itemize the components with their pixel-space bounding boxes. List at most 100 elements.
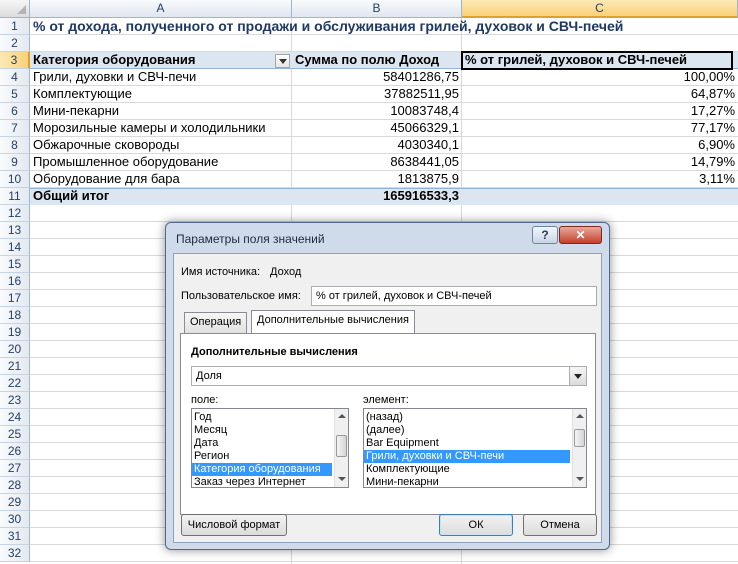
row-header[interactable]: 30	[0, 511, 30, 528]
tab-operation[interactable]: Операция	[184, 312, 248, 333]
percent-cell[interactable]: 14,79%	[462, 154, 738, 171]
dialog-titlebar[interactable]: Параметры поля значений ? ✕	[166, 223, 609, 253]
element-list-item[interactable]: (назад)	[364, 411, 570, 424]
row-header[interactable]: 10	[0, 171, 30, 188]
row-header[interactable]: 3	[0, 52, 30, 69]
scroll-up-icon[interactable]	[335, 410, 348, 423]
percent-cell[interactable]: 77,17%	[462, 120, 738, 137]
row-header[interactable]: 26	[0, 443, 30, 460]
row-header[interactable]: 5	[0, 86, 30, 103]
row-header[interactable]: 1	[0, 18, 30, 35]
row-header[interactable]: 23	[0, 392, 30, 409]
element-list-item[interactable]: (далее)	[364, 424, 570, 437]
row-header[interactable]: 15	[0, 256, 30, 273]
field-list-item[interactable]: Дата	[192, 437, 332, 450]
section-title: Дополнительные вычисления	[191, 346, 358, 358]
field-list-item[interactable]: Год	[192, 411, 332, 424]
category-cell[interactable]: Грили, духовки и СВЧ-печи	[30, 69, 292, 86]
column-header-b[interactable]: B	[292, 0, 462, 18]
base-field-list[interactable]: Заказ через Интернет Категория оборудован…	[191, 408, 349, 488]
row-header[interactable]: 27	[0, 460, 30, 477]
row-header[interactable]: 9	[0, 154, 30, 171]
category-cell[interactable]: Комплектующие	[30, 86, 292, 103]
field-list-item[interactable]: Месяц	[192, 424, 332, 437]
show-values-as-dropdown[interactable]: Доля	[191, 366, 587, 386]
field-list-item[interactable]: Категория оборудования	[192, 463, 332, 476]
row-header[interactable]: 16	[0, 273, 30, 290]
row-header[interactable]: 31	[0, 528, 30, 545]
row-header[interactable]: 11	[0, 188, 30, 205]
row-header[interactable]: 21	[0, 358, 30, 375]
scroll-thumb[interactable]	[336, 435, 347, 457]
row-header[interactable]: 2	[0, 35, 30, 52]
number-format-button[interactable]: Числовой формат	[181, 514, 287, 536]
help-button[interactable]: ?	[532, 226, 558, 244]
sum-cell[interactable]: 1813875,9	[292, 171, 462, 188]
row-header[interactable]: 8	[0, 137, 30, 154]
filter-dropdown-button[interactable]	[275, 54, 290, 68]
field-list-item[interactable]: Регион	[192, 450, 332, 463]
scroll-down-icon[interactable]	[573, 473, 586, 486]
category-cell[interactable]: Обжарочные сковороды	[30, 137, 292, 154]
row-header[interactable]: 32	[0, 545, 30, 562]
header-sum-cell[interactable]: Сумма по полю Доход	[292, 52, 462, 69]
row-header[interactable]: 22	[0, 375, 30, 392]
total-label-cell[interactable]: Общий итог	[30, 188, 292, 205]
sum-cell[interactable]: 45066329,1	[292, 120, 462, 137]
category-cell[interactable]: Мини-пекарни	[30, 103, 292, 120]
sum-cell[interactable]: 4030340,1	[292, 137, 462, 154]
sum-cell[interactable]: 10083748,4	[292, 103, 462, 120]
sum-cell[interactable]: 8638441,05	[292, 154, 462, 171]
row-header[interactable]: 7	[0, 120, 30, 137]
custom-name-input[interactable]: % от грилей, духовок и СВЧ-печей	[311, 286, 597, 306]
percent-cell[interactable]: 3,11%	[462, 171, 738, 188]
row-header[interactable]: 17	[0, 290, 30, 307]
select-all-corner[interactable]	[0, 0, 30, 18]
sheet-title-cell[interactable]: % от дохода, полученного от продажи и об…	[30, 18, 738, 35]
row-header[interactable]: 28	[0, 477, 30, 494]
row-header[interactable]: 19	[0, 324, 30, 341]
ok-button[interactable]: ОК	[439, 514, 513, 536]
row-header[interactable]: 12	[0, 205, 30, 222]
source-name-label: Имя источника:	[181, 266, 261, 278]
percent-cell[interactable]: 6,90%	[462, 137, 738, 154]
row-header[interactable]: 14	[0, 239, 30, 256]
close-button[interactable]: ✕	[559, 226, 602, 244]
percent-cell[interactable]: 17,27%	[462, 103, 738, 120]
element-list-item[interactable]: Мини-пекарни	[364, 476, 570, 487]
column-header-c[interactable]: C	[462, 0, 738, 18]
category-cell[interactable]: Промышленное оборудование	[30, 154, 292, 171]
element-list-item[interactable]: Грили, духовки и СВЧ-печи	[364, 450, 570, 463]
percent-cell[interactable]: 100,00%	[462, 69, 738, 86]
element-list-item[interactable]: Bar Equipment	[364, 437, 570, 450]
row-header[interactable]: 20	[0, 341, 30, 358]
element-list-scrollbar[interactable]	[572, 409, 586, 487]
category-cell[interactable]: Оборудование для бара	[30, 171, 292, 188]
element-list-item[interactable]: Комплектующие	[364, 463, 570, 476]
row-header[interactable]: 6	[0, 103, 30, 120]
header-category-cell[interactable]: Категория оборудования	[30, 52, 273, 69]
sum-cell[interactable]: 58401286,75	[292, 69, 462, 86]
scroll-thumb[interactable]	[574, 429, 585, 447]
row-header[interactable]: 29	[0, 494, 30, 511]
total-sum-cell[interactable]: 165916533,3	[292, 188, 462, 205]
row-header[interactable]: 18	[0, 307, 30, 324]
tab-additional-calculations[interactable]: Дополнительные вычисления	[251, 310, 415, 333]
field-list-item[interactable]: Заказ через Интернет	[192, 476, 332, 487]
percent-cell[interactable]: 64,87%	[462, 86, 738, 103]
row-header[interactable]: 4	[0, 69, 30, 86]
field-list-scrollbar[interactable]	[334, 409, 348, 487]
cancel-button[interactable]: Отмена	[523, 514, 597, 536]
column-header-a[interactable]: A	[30, 0, 292, 18]
row-header[interactable]: 25	[0, 426, 30, 443]
sum-cell[interactable]: 37882511,95	[292, 86, 462, 103]
total-percent-cell[interactable]	[462, 188, 738, 205]
scroll-down-icon[interactable]	[335, 473, 348, 486]
base-item-list[interactable]: Мини-пекарни Комплектующие Грили, духовки …	[363, 408, 587, 488]
row-header[interactable]: 13	[0, 222, 30, 239]
scroll-up-icon[interactable]	[573, 410, 586, 423]
row-header[interactable]: 24	[0, 409, 30, 426]
value-field-settings-dialog[interactable]: Параметры поля значений ? ✕ Имя источник…	[165, 222, 610, 550]
chevron-down-icon[interactable]	[569, 367, 586, 385]
category-cell[interactable]: Морозильные камеры и холодильники	[30, 120, 292, 137]
